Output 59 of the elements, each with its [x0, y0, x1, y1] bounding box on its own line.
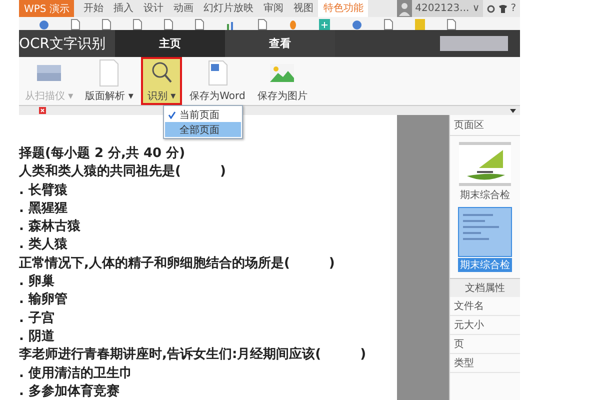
panel-title: 页面区 — [450, 115, 520, 136]
section-title: 文档属性 — [450, 279, 520, 297]
property-label: 元大小 — [450, 316, 520, 335]
document-icon[interactable] — [164, 19, 173, 30]
caret-icon — [510, 108, 516, 112]
document-line: 人类和类人猿的共同祖先是( ) — [19, 163, 227, 182]
chart-icon[interactable] — [226, 19, 236, 30]
document-line: . 类人猿 — [19, 236, 68, 254]
ribbon-tab[interactable]: 视图 — [288, 0, 318, 17]
document-line: . 阴道 — [19, 328, 56, 346]
document-line: . 子宫 — [19, 310, 56, 328]
toolbar-button[interactable]: 保存为图片 — [253, 57, 312, 105]
check-icon — [168, 110, 176, 118]
page-label[interactable]: 期末综合检 — [458, 258, 512, 272]
document-line: 李老师进行青春期讲座时,告诉女生们:月经期间应该( ) — [19, 346, 368, 364]
app-title: OCR文字识别 — [19, 30, 115, 57]
nav-tab[interactable]: 查看 — [225, 30, 335, 57]
document-line: 择题(每小题 2 分,共 40 分) — [19, 145, 186, 163]
menu-item[interactable]: 全部页面 — [165, 122, 242, 137]
ribbon-tab[interactable]: 审阅 — [258, 0, 288, 17]
refresh-icon — [486, 4, 495, 12]
menu-item[interactable]: 当前页面 — [165, 107, 242, 122]
property-label: 文件名 — [450, 297, 520, 316]
toolbar-button[interactable]: 版面解析 ▾ — [81, 57, 138, 105]
page-thumbnail — [459, 208, 512, 256]
globe-icon[interactable] — [352, 19, 362, 30]
document-line: . 卵巢 — [19, 273, 56, 292]
ribbon-tab[interactable]: 幻灯片放映 — [198, 0, 258, 17]
ribbon-tab[interactable]: 插入 — [108, 0, 138, 17]
document-line: . 使用清洁的卫生巾 — [19, 364, 134, 383]
document-line: . 多参加体育竞赛 — [19, 382, 120, 400]
document-icon[interactable] — [195, 19, 204, 30]
plus-icon[interactable] — [319, 19, 330, 30]
document-icon[interactable] — [384, 19, 393, 30]
ribbon-tab[interactable]: 动画 — [168, 0, 198, 17]
nav-tab[interactable]: 主页 — [115, 30, 225, 57]
redaction-block — [440, 36, 508, 51]
page-thumbnail — [459, 142, 512, 186]
document-icon[interactable] — [258, 19, 267, 30]
document-icon[interactable] — [71, 19, 80, 30]
toolbar-button[interactable]: 保存为Word — [186, 57, 250, 105]
property-label: 类型 — [450, 354, 520, 373]
drop-icon[interactable] — [289, 19, 297, 30]
property-label: 页 — [450, 335, 520, 354]
document-icon[interactable] — [447, 19, 456, 30]
document-line: . 森林古猿 — [19, 218, 82, 236]
document-line: . 黑猩猩 — [19, 200, 68, 218]
document-line: . 长臂猿 — [19, 182, 68, 200]
page-label[interactable]: 期末综合检 — [458, 188, 512, 202]
toolbar-button[interactable]: 识别 ▾ — [141, 57, 182, 105]
document-line: 正常情况下,人体的精子和卵细胞结合的场所是( ) — [19, 254, 336, 273]
ribbon-tab[interactable]: 开始 — [78, 0, 108, 17]
ribbon-tab[interactable]: 设计 — [138, 0, 168, 17]
document-line: . 输卵管 — [19, 291, 68, 310]
shirt-icon — [498, 4, 507, 12]
document-icon[interactable] — [102, 19, 111, 30]
globe-icon[interactable] — [39, 19, 49, 30]
document-icon[interactable] — [133, 19, 142, 30]
help-button[interactable]: ? — [510, 3, 516, 14]
